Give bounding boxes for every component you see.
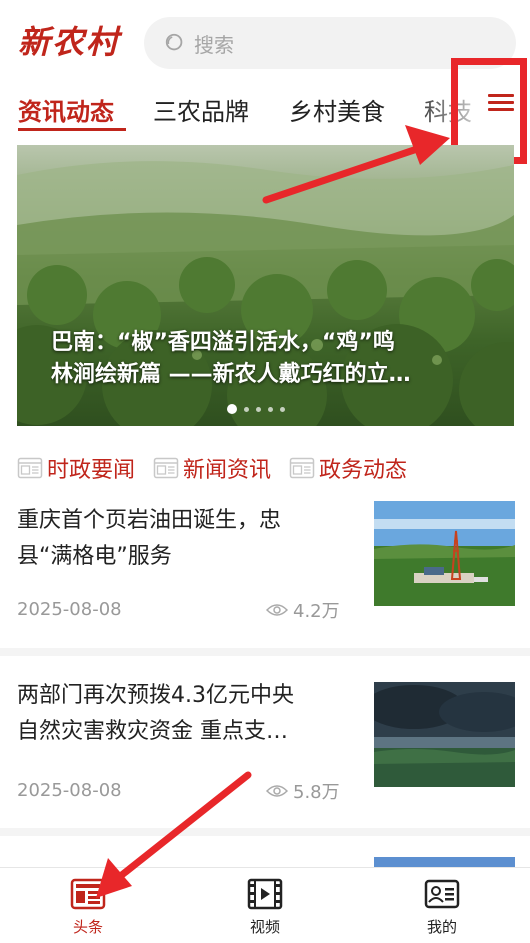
carousel-dot — [280, 406, 285, 412]
carousel-dot — [227, 404, 237, 414]
tabbar-profile[interactable]: 我的 — [402, 878, 482, 938]
news-list-item[interactable]: 重庆首个页岩油田诞生，忠 县“满格电”服务 2025-08-08 4.2万 — [0, 495, 530, 645]
banner-title: 巴南：“椒”香四溢引活水，“鸡”鸣 林涧绘新篇 ——新农人戴巧红的立… — [51, 330, 411, 387]
profile-card-icon — [424, 879, 460, 909]
carousel-dot — [256, 406, 261, 412]
list-divider — [0, 648, 530, 656]
news-date: 2025-08-08 — [17, 780, 122, 801]
news-title: 重庆首个页岩油田诞生，忠 县“满格电”服务 — [17, 508, 282, 569]
oil-field-photo — [374, 501, 515, 606]
category-political-news[interactable]: 时政要闻 — [17, 448, 135, 488]
search-icon — [165, 33, 183, 51]
category-label: 政务动态 — [319, 458, 408, 483]
tabbar-video[interactable]: 视频 — [225, 878, 305, 938]
tabbar-label: 视频 — [249, 918, 280, 936]
headline-icon — [70, 878, 106, 910]
news-views: 4.2万 — [266, 597, 340, 623]
banner-carousel[interactable]: 巴南：“椒”香四溢引活水，“鸡”鸣 林涧绘新篇 ——新农人戴巧红的立… — [17, 145, 514, 426]
news-date: 2025-08-08 — [17, 599, 122, 620]
search-placeholder: 搜索 — [194, 32, 234, 57]
news-title: 两部门再次预拨4.3亿元中央 自然灾害救灾资金 重点支… — [17, 683, 294, 744]
eye-icon — [266, 785, 288, 797]
news-views: 5.8万 — [266, 778, 340, 804]
news-list-item[interactable]: 两部门再次预拨4.3亿元中央 自然灾害救灾资金 重点支… 2025-08-08 … — [0, 672, 530, 822]
category-label: 新闻资讯 — [183, 458, 272, 483]
app-logo: 新农村 — [18, 23, 121, 61]
tab-agri-brands[interactable]: 三农品牌 — [153, 92, 249, 127]
tab-rural-food[interactable]: 乡村美食 — [289, 92, 385, 127]
storm-clouds-photo — [374, 682, 515, 787]
news-doc-icon — [289, 457, 315, 479]
category-news-info[interactable]: 新闻资讯 — [153, 448, 271, 488]
tabbar-label: 头条 — [72, 918, 103, 936]
category-label: 时政要闻 — [47, 458, 136, 483]
sub-categories: 时政要闻 新闻资讯 政务动态 — [17, 448, 517, 488]
partial-thumbnail — [374, 857, 515, 867]
video-icon — [247, 878, 283, 910]
tabbar-headlines[interactable]: 头条 — [48, 878, 128, 938]
list-divider — [0, 828, 530, 836]
news-doc-icon — [153, 457, 179, 479]
carousel-dots — [227, 404, 285, 414]
active-tab-indicator — [18, 128, 126, 131]
bottom-tab-bar: 头条 视频 我的 — [0, 867, 530, 943]
eye-icon — [266, 604, 288, 616]
category-gov-affairs[interactable]: 政务动态 — [289, 448, 407, 488]
tab-news-updates[interactable]: 资讯动态 — [18, 92, 114, 127]
carousel-dot — [268, 406, 273, 412]
news-doc-icon — [17, 457, 43, 479]
tabbar-label: 我的 — [426, 918, 457, 936]
carousel-dot — [244, 406, 249, 412]
